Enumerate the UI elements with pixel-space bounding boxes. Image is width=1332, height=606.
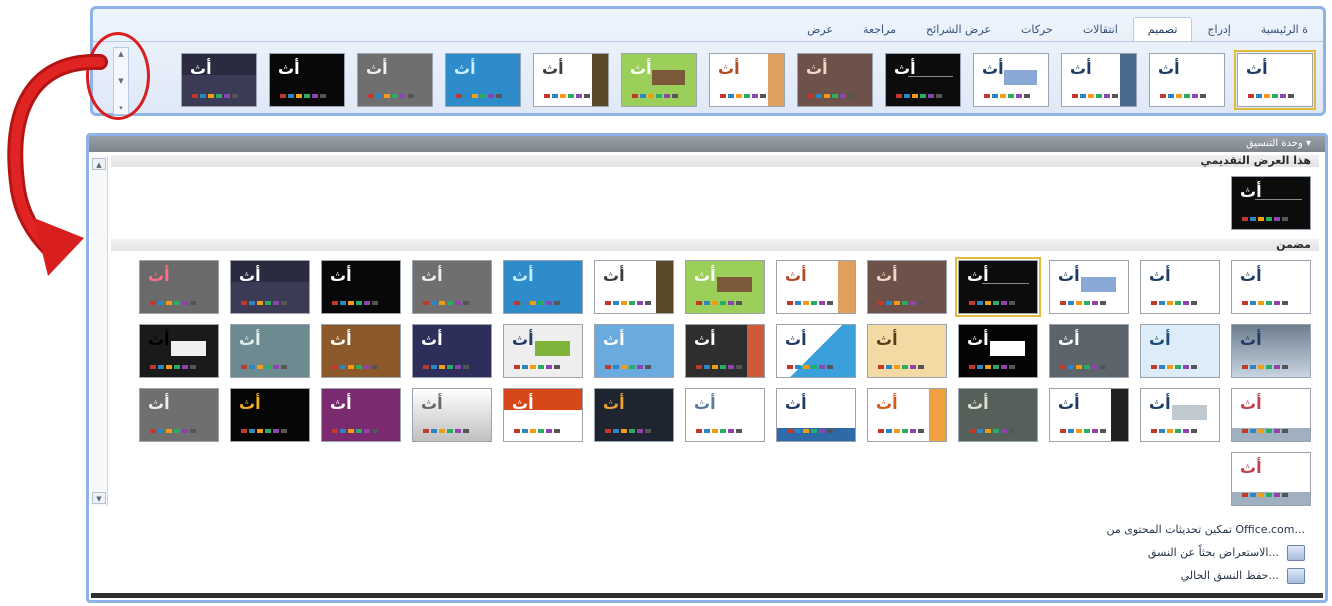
tab-7[interactable]: عرض <box>792 17 848 41</box>
theme-r1-6[interactable]: أث <box>776 260 856 314</box>
gallery-footer-links: تمكين تحديثات المحتوى من Office.com... ا… <box>1106 518 1305 587</box>
browse-themes-link[interactable]: الاستعراض بحثاً عن النسق... <box>1106 541 1305 564</box>
ribbon-theme-6[interactable]: أث <box>797 53 873 107</box>
tab-1[interactable]: إدراج <box>1192 17 1245 41</box>
theme-r1-5[interactable]: أث <box>867 260 947 314</box>
theme-r3-3[interactable]: أث <box>1049 388 1129 442</box>
theme-r3-4[interactable]: أث <box>958 388 1038 442</box>
ribbon-theme-8[interactable]: أث <box>621 53 697 107</box>
theme-r2-13[interactable]: أث <box>139 324 219 378</box>
theme-grid-row-2: أث أث أث أث أث أث أث أث أث أث أث أث أث <box>139 324 1311 378</box>
theme-r1-7[interactable]: أث <box>685 260 765 314</box>
theme-r1-9[interactable]: أث <box>503 260 583 314</box>
theme-grid-row-3: أث أث أث أث أث أث أث أث أث أث أث أث أث <box>139 388 1311 442</box>
tab-4[interactable]: حركات <box>1006 17 1068 41</box>
theme-r2-2[interactable]: أث <box>1140 324 1220 378</box>
theme-r1-4[interactable]: أث <box>955 257 1041 317</box>
theme-r2-1[interactable]: أث <box>1231 324 1311 378</box>
ribbon-theme-1[interactable]: أث <box>1234 50 1316 110</box>
current-theme-row: أث <box>1231 176 1311 230</box>
ribbon-theme-4[interactable]: أث <box>973 53 1049 107</box>
theme-r1-1[interactable]: أث <box>1231 260 1311 314</box>
enable-updates-link[interactable]: تمكين تحديثات المحتوى من Office.com... <box>1106 518 1305 541</box>
section-title-builtin: مضمن <box>1276 238 1311 251</box>
theme-r2-10[interactable]: أث <box>412 324 492 378</box>
theme-grid-row-1: أث أث أث أث أث أث أث أث أث أث أث أث أث <box>139 257 1311 317</box>
theme-r3-5[interactable]: أث <box>867 388 947 442</box>
section-title-current: هذا العرض التقديمي <box>1200 154 1311 167</box>
gallery-bottom-edge <box>91 593 1323 598</box>
scroll-up-icon[interactable]: ▲ <box>92 158 106 170</box>
ribbon-theme-12[interactable]: أث <box>269 53 345 107</box>
ribbon-tabs: ة الرئيسية إدراج تصميم انتقالات حركات عرض الش… <box>792 15 1323 41</box>
theme-r3-2[interactable]: أث <box>1140 388 1220 442</box>
section-band-builtin <box>111 239 1319 251</box>
theme-r1-8[interactable]: أث <box>594 260 674 314</box>
theme-r3-13[interactable]: أث <box>139 388 219 442</box>
theme-r3-9[interactable]: أث <box>503 388 583 442</box>
tabs-divider <box>93 41 1323 42</box>
theme-r2-11[interactable]: أث <box>321 324 401 378</box>
ribbon-theme-9[interactable]: أث <box>533 53 609 107</box>
ribbon-theme-13[interactable]: أث <box>181 53 257 107</box>
theme-r2-8[interactable]: أث <box>594 324 674 378</box>
tab-3[interactable]: انتقالات <box>1068 17 1133 41</box>
ribbon-theme-2[interactable]: أث <box>1149 53 1225 107</box>
theme-r1-10[interactable]: أث <box>412 260 492 314</box>
save-theme-icon <box>1287 567 1305 584</box>
theme-r3-8[interactable]: أث <box>594 388 674 442</box>
save-theme-label: حفظ النسق الحالي... <box>1180 569 1279 582</box>
gallery-header: وحدة التنسيق ▾ <box>89 136 1325 152</box>
gallery-header-label: وحدة التنسيق <box>1245 138 1303 149</box>
theme-gallery: وحدة التنسيق ▾ ▲ ▼ هذا العرض التقديمي أث… <box>86 133 1328 603</box>
tab-5[interactable]: عرض الشرائح <box>911 17 1006 41</box>
ribbon-theme-3[interactable]: أث <box>1061 53 1137 107</box>
ribbon-theme-10[interactable]: أث <box>445 53 521 107</box>
design-ribbon: ة الرئيسية إدراج تصميم انتقالات حركات عرض الش… <box>90 6 1326 116</box>
browse-folder-icon <box>1287 544 1305 561</box>
theme-r3-11[interactable]: أث <box>321 388 401 442</box>
ribbon-theme-5[interactable]: أث <box>885 53 961 107</box>
scroll-down-icon[interactable]: ▼ <box>92 492 106 504</box>
theme-r3-10[interactable]: أث <box>412 388 492 442</box>
theme-r2-9[interactable]: أث <box>503 324 583 378</box>
theme-r2-3[interactable]: أث <box>1049 324 1129 378</box>
browse-themes-label: الاستعراض بحثاً عن النسق... <box>1147 546 1279 559</box>
enable-updates-label: تمكين تحديثات المحتوى من Office.com... <box>1106 523 1305 536</box>
theme-r1-12[interactable]: أث <box>230 260 310 314</box>
save-theme-link[interactable]: حفظ النسق الحالي... <box>1106 564 1305 587</box>
gallery-scrollbar[interactable]: ▲ ▼ <box>91 156 108 506</box>
tab-6[interactable]: مراجعة <box>848 17 911 41</box>
theme-r1-13[interactable]: أث <box>139 260 219 314</box>
current-theme-1[interactable]: أث <box>1231 176 1311 230</box>
theme-r2-4[interactable]: أث <box>958 324 1038 378</box>
ribbon-theme-row: أث أث أث أث أث أث أث أث أث أث أث أث أث <box>181 50 1316 110</box>
theme-r3-1[interactable]: أث <box>1231 388 1311 442</box>
theme-r3-12[interactable]: أث <box>230 388 310 442</box>
theme-r1-11[interactable]: أث <box>321 260 401 314</box>
section-band-current <box>111 155 1319 167</box>
theme-r1-2[interactable]: أث <box>1140 260 1220 314</box>
theme-r3-7[interactable]: أث <box>685 388 765 442</box>
tab-2[interactable]: تصميم <box>1132 17 1193 41</box>
theme-r2-7[interactable]: أث <box>685 324 765 378</box>
ribbon-theme-11[interactable]: أث <box>357 53 433 107</box>
theme-r2-12[interactable]: أث <box>230 324 310 378</box>
theme-r1-3[interactable]: أث <box>1049 260 1129 314</box>
theme-r3-6[interactable]: أث <box>776 388 856 442</box>
theme-r2-5[interactable]: أث <box>867 324 947 378</box>
tab-0[interactable]: ة الرئيسية <box>1246 17 1323 41</box>
theme-grid-row-4: أث <box>1231 452 1311 506</box>
theme-r4-1[interactable]: أث <box>1231 452 1311 506</box>
theme-r2-6[interactable]: أث <box>776 324 856 378</box>
ribbon-theme-7[interactable]: أث <box>709 53 785 107</box>
